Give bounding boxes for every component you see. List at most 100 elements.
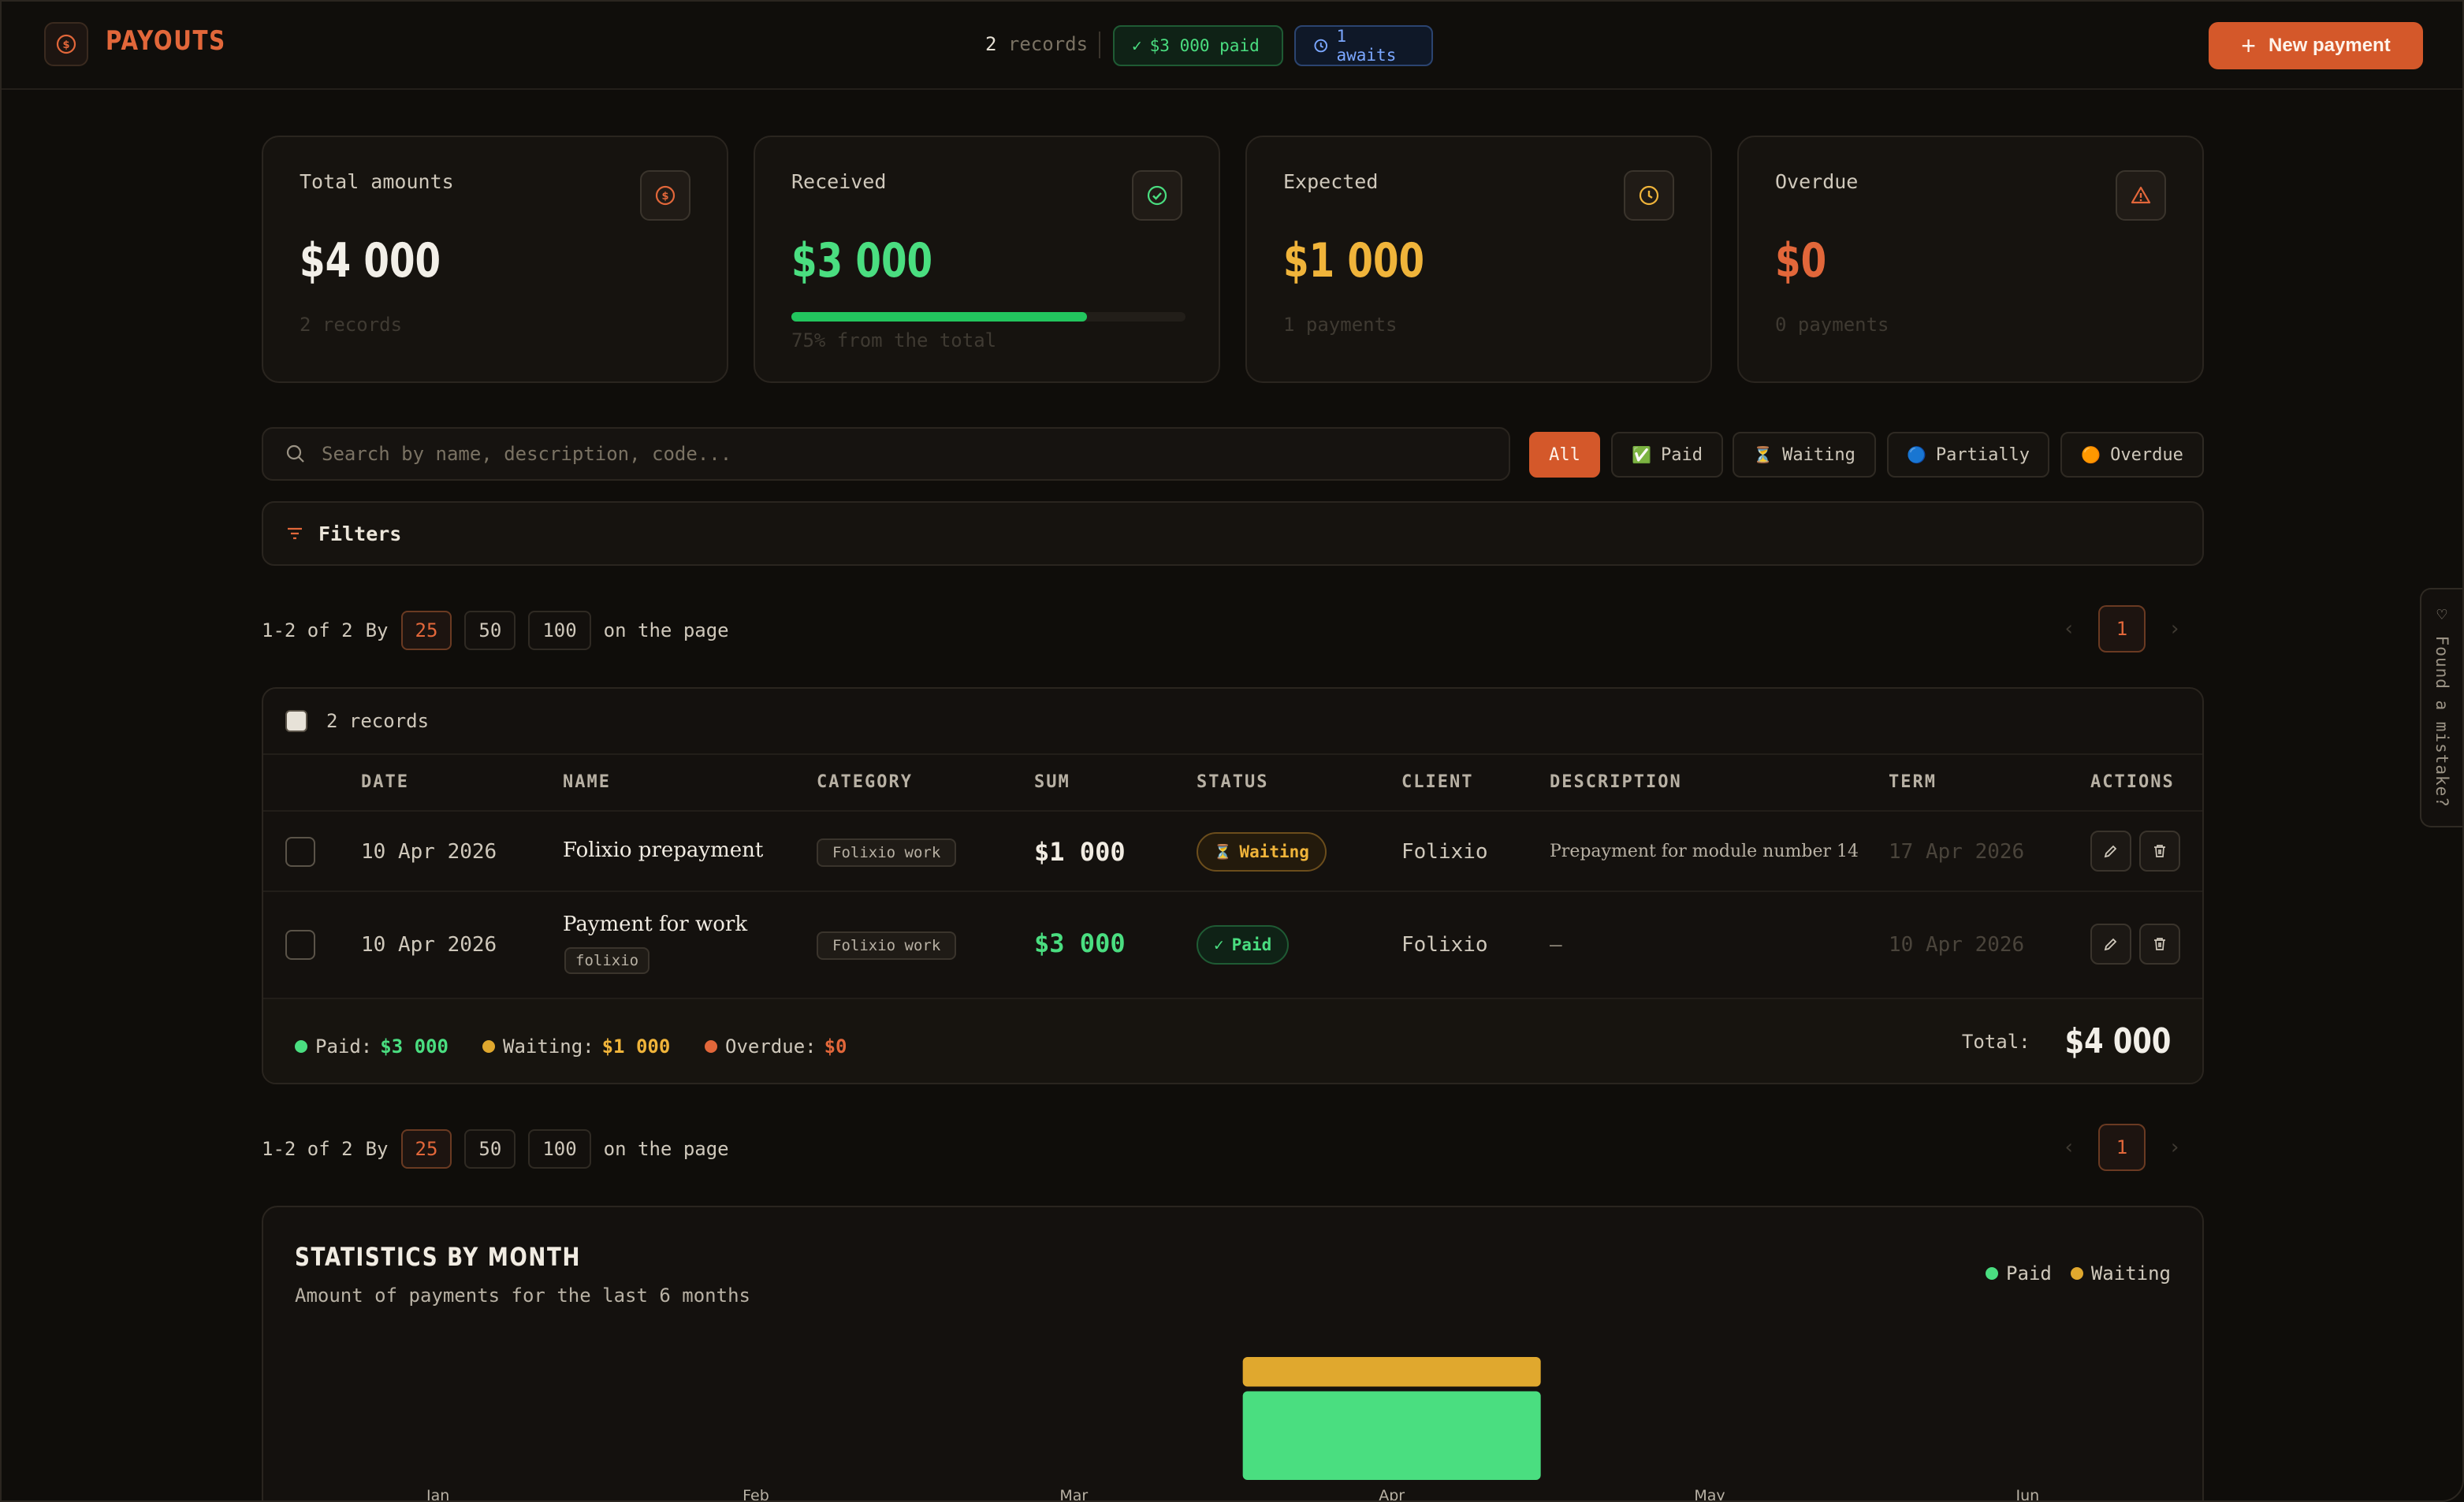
stat-value: $1 000: [1283, 233, 1425, 288]
paid-dot-icon: [295, 1040, 307, 1053]
plus-icon: +: [2241, 31, 2256, 60]
row-tag: folixio: [564, 947, 650, 974]
current-page[interactable]: 1: [2098, 605, 2146, 652]
status-chip-partially[interactable]: 🔵 Partially: [1887, 432, 2049, 478]
legend-waiting: Waiting: [2070, 1262, 2171, 1285]
feedback-icon: ♡: [2432, 605, 2451, 636]
search-input[interactable]: [322, 443, 1425, 465]
chevron-left-icon[interactable]: ‹: [2049, 605, 2089, 652]
col-header-client[interactable]: CLIENT: [1401, 772, 1473, 792]
svg-text:$: $: [62, 39, 69, 51]
select-all-checkbox[interactable]: [285, 710, 307, 732]
row-checkbox[interactable]: [285, 930, 315, 960]
delete-button[interactable]: [2139, 924, 2180, 965]
waiting-dot-icon: [482, 1040, 495, 1053]
row-date: 10 Apr 2026: [361, 840, 497, 864]
pagination-range: 1-2 of 2: [262, 619, 353, 641]
page-nav-top: ‹ 1 ›: [2049, 605, 2194, 652]
row-checkbox[interactable]: [285, 837, 315, 867]
stat-sub: 75% from the total: [791, 329, 997, 351]
current-page[interactable]: 1: [2098, 1124, 2146, 1171]
hourglass-icon: ⏳: [1214, 843, 1232, 861]
status-chip-all[interactable]: All: [1529, 432, 1600, 478]
chevron-left-icon[interactable]: ‹: [2049, 1124, 2089, 1171]
col-header-term[interactable]: TERM: [1889, 772, 1937, 792]
pagination-suffix: on the page: [603, 619, 729, 641]
col-header-status[interactable]: STATUS: [1197, 772, 1268, 792]
stat-label: Overdue: [1775, 170, 1859, 193]
status-chip-paid[interactable]: ✅ Paid: [1611, 432, 1723, 478]
col-header-category[interactable]: CATEGORY: [817, 772, 913, 792]
delete-button[interactable]: [2139, 831, 2180, 872]
header-records-count: 2 records: [985, 33, 1089, 55]
pagination-suffix: on the page: [603, 1138, 729, 1160]
x-tick-label: Mar: [1059, 1487, 1088, 1502]
row-name[interactable]: Folixio prepayment: [563, 838, 763, 862]
stat-card-expected: Expected $1 000 1 payments: [1245, 136, 1712, 383]
footer-paid: Paid: $3 000: [295, 1035, 449, 1058]
page-size-100[interactable]: 100: [528, 611, 591, 650]
table-select-bar: 2 records: [263, 689, 2202, 755]
orange-circle-icon: 🟠: [2081, 445, 2101, 464]
col-header-date[interactable]: DATE: [361, 772, 409, 792]
search-box[interactable]: [262, 427, 1510, 481]
x-tick-label: Feb: [743, 1487, 769, 1502]
page-size-50[interactable]: 50: [464, 1129, 516, 1169]
chevron-right-icon[interactable]: ›: [2155, 605, 2194, 652]
category-tag: Folixio work: [817, 838, 957, 867]
check-circle-icon: [1132, 170, 1182, 221]
dollar-circle-icon: $: [640, 170, 690, 221]
edit-button[interactable]: [2090, 831, 2131, 872]
chevron-right-icon[interactable]: ›: [2155, 1124, 2194, 1171]
page-size-100[interactable]: 100: [528, 1129, 591, 1169]
row-sum: $1 000: [1034, 837, 1126, 867]
bar-paid-apr[interactable]: [1242, 1391, 1541, 1481]
new-payment-button[interactable]: + New payment: [2209, 22, 2423, 69]
table-records-label: 2 records: [326, 710, 430, 732]
page-size-25[interactable]: 25: [400, 611, 452, 650]
table-footer: Paid: $3 000 Waiting: $1 000 Overdue: $0…: [263, 998, 2202, 1083]
bar-waiting-apr[interactable]: [1242, 1357, 1541, 1387]
received-progress-bar: [791, 312, 1185, 322]
row-sum: $3 000: [1034, 928, 1126, 958]
row-client: Folixio: [1401, 933, 1488, 957]
stat-card-total: Total amounts $ $4 000 2 records: [262, 136, 728, 383]
paid-summary-pill[interactable]: ✓ $3 000 paid: [1113, 25, 1283, 66]
warning-triangle-icon: [2116, 170, 2166, 221]
col-header-sum[interactable]: SUM: [1034, 772, 1070, 792]
status-chip-overdue[interactable]: 🟠 Overdue: [2060, 432, 2204, 478]
trash-icon: [2154, 845, 2165, 857]
app-window: $ PAYOUTS 2 records ✓ $3 000 paid 1 awai…: [0, 0, 2464, 1502]
row-date: 10 Apr 2026: [361, 933, 497, 957]
row-name[interactable]: Payment for work: [563, 913, 747, 936]
status-badge: ✓ Paid: [1197, 925, 1290, 965]
status-chip-waiting[interactable]: ⏳ Waiting: [1733, 432, 1876, 478]
stat-sub: 0 payments: [1775, 314, 1889, 336]
pencil-icon: [2104, 938, 2117, 951]
x-tick-label: May: [1694, 1487, 1725, 1502]
edit-button[interactable]: [2090, 924, 2131, 965]
chart-title: STATISTICS BY MONTH: [295, 1242, 582, 1272]
row-description: —: [1550, 933, 1562, 957]
check-icon: ✓: [1132, 36, 1142, 55]
clock-icon: [1624, 170, 1674, 221]
page-size-25[interactable]: 25: [400, 1129, 452, 1169]
header-divider: [263, 810, 2202, 812]
awaits-summary-pill[interactable]: 1 awaits: [1294, 25, 1433, 66]
col-header-name[interactable]: NAME: [563, 772, 611, 792]
pagination-range: 1-2 of 2: [262, 1138, 353, 1160]
col-header-description[interactable]: DESCRIPTION: [1550, 772, 1682, 792]
footer-waiting: Waiting: $1 000: [482, 1035, 670, 1058]
top-bar: $ PAYOUTS 2 records ✓ $3 000 paid 1 awai…: [2, 2, 2462, 90]
pagination-by: By: [365, 1138, 389, 1160]
feedback-tab[interactable]: ♡ Found a mistake?: [2420, 588, 2462, 827]
row-divider: [263, 890, 2202, 892]
row-term: 17 Apr 2026: [1889, 840, 2025, 864]
chart-legend: Paid Waiting: [1986, 1262, 2171, 1285]
page-size-50[interactable]: 50: [464, 611, 516, 650]
stat-card-received: Received $3 000 75% from the total: [754, 136, 1220, 383]
pagination-bottom: 1-2 of 2 By 25 50 100 on the page: [262, 1128, 729, 1169]
filters-toggle[interactable]: Filters: [262, 501, 2204, 566]
row-term: 10 Apr 2026: [1889, 933, 2025, 957]
blue-circle-icon: 🔵: [1906, 445, 1926, 464]
